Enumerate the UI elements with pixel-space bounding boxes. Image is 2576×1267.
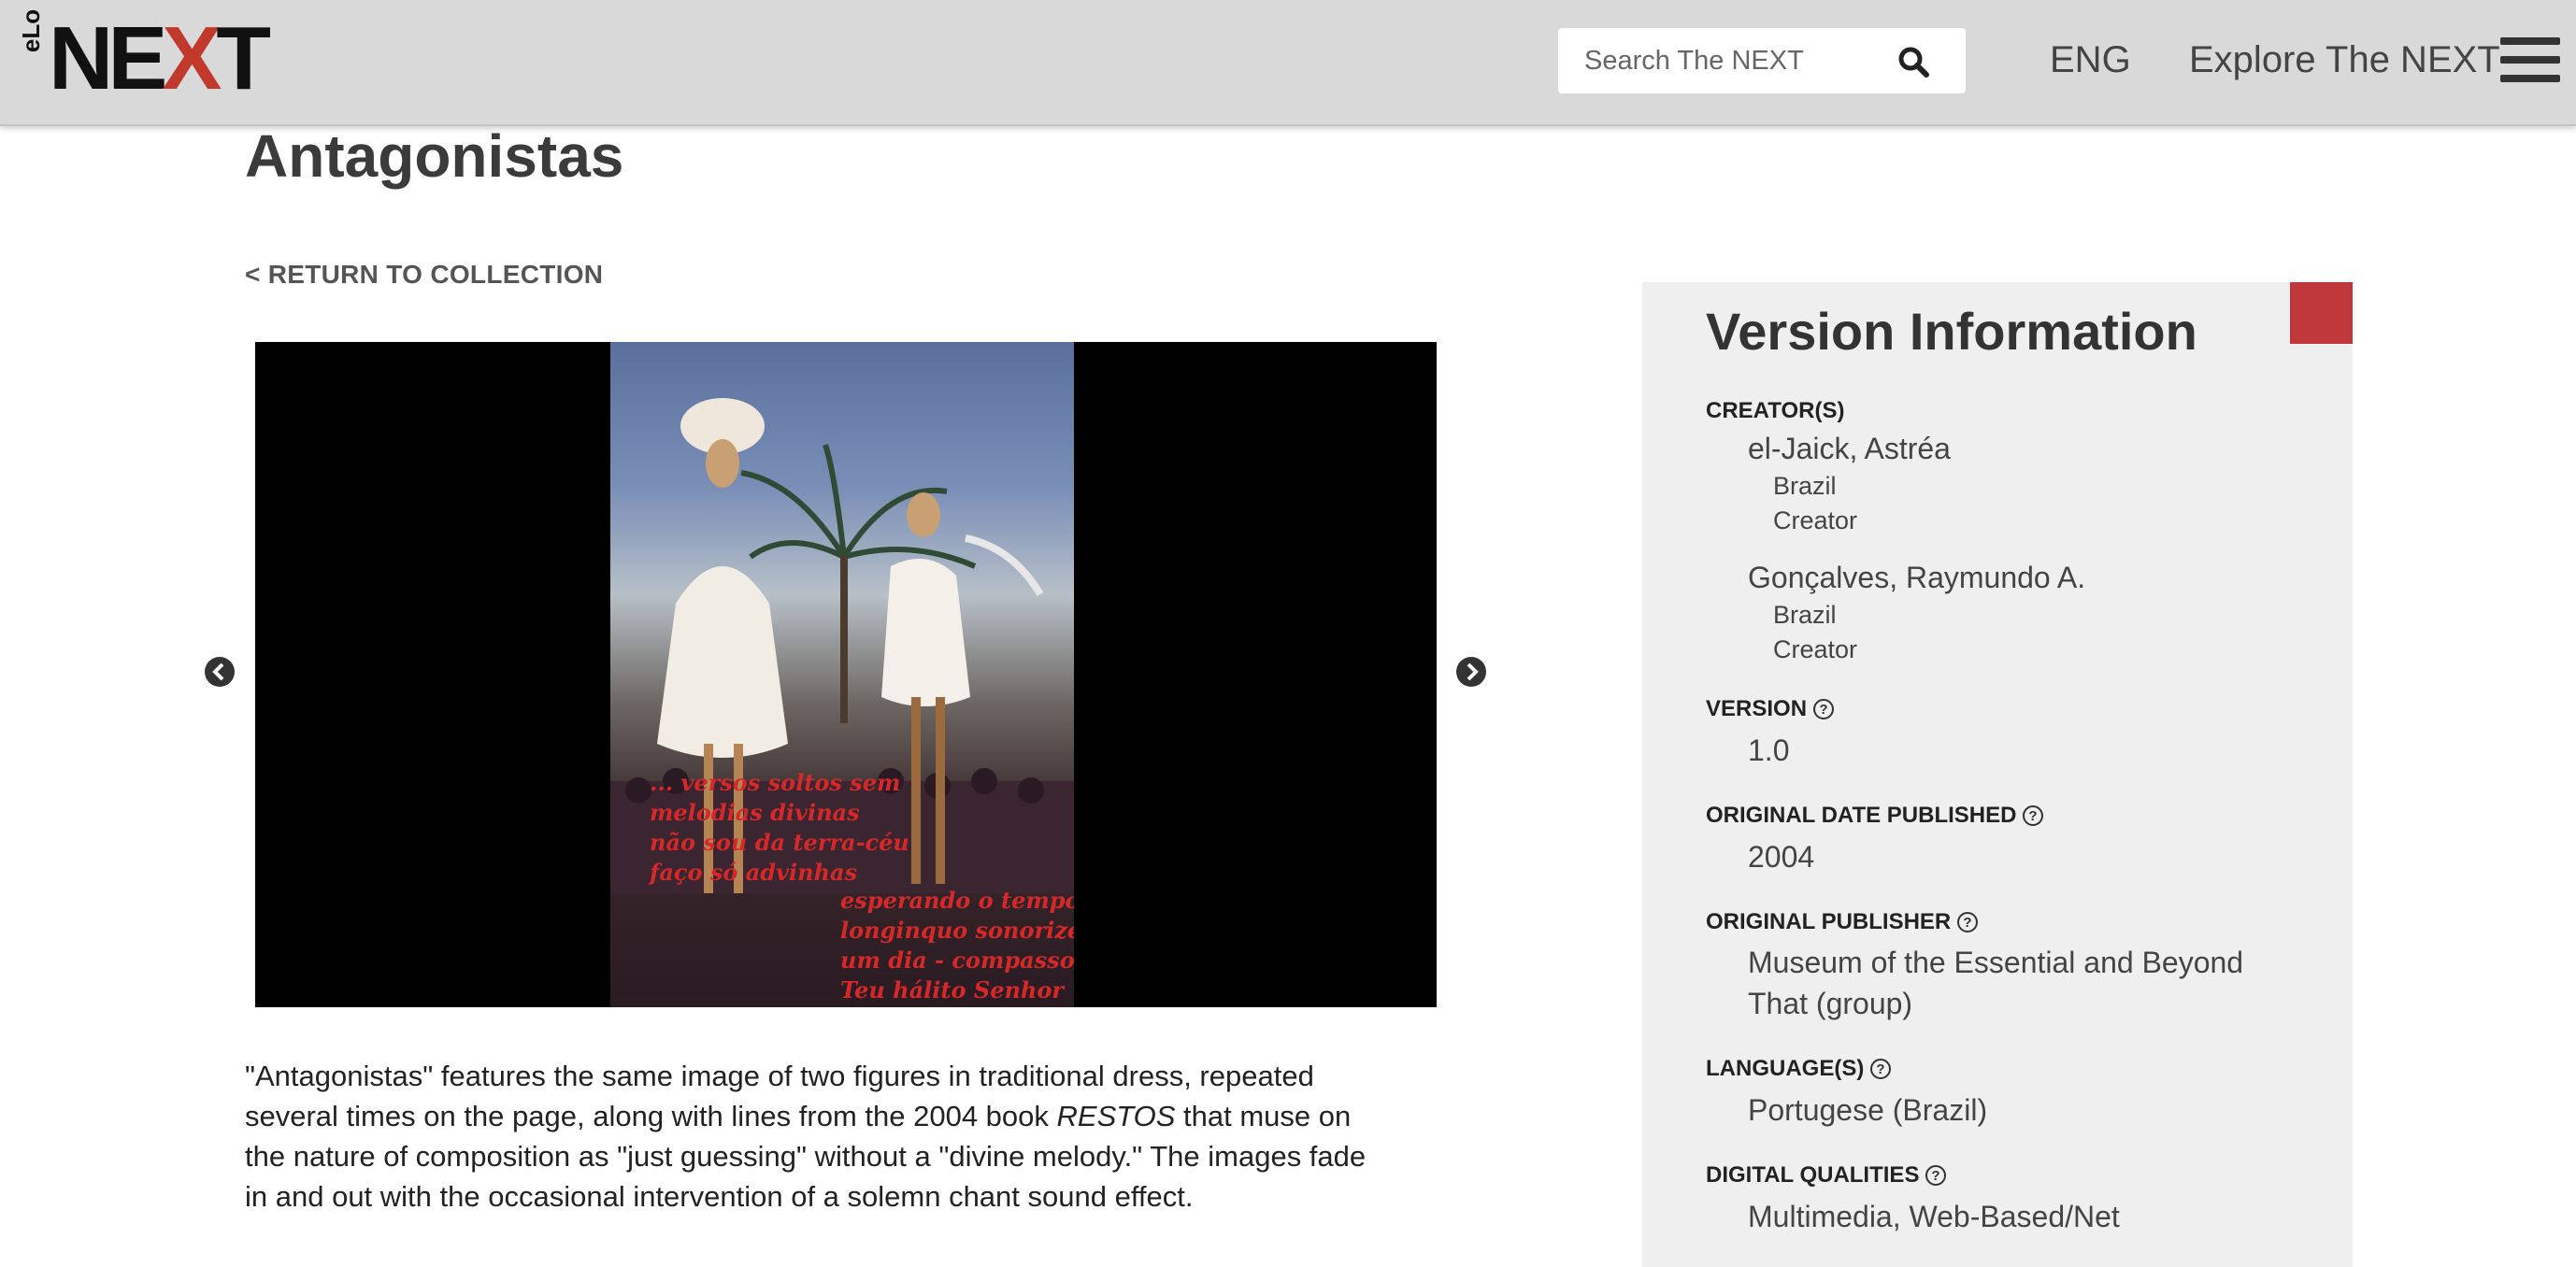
languages-label: LANGUAGE(S) ? xyxy=(1706,1056,1892,1082)
language-selector[interactable]: ENG xyxy=(2050,39,2131,81)
page-title: Antagonistas xyxy=(245,122,624,190)
help-circle-icon[interactable]: ? xyxy=(1812,698,1835,720)
svg-text:?: ? xyxy=(1877,1061,1885,1077)
creator-country: Brazil xyxy=(1773,601,1837,629)
logo-next-wordmark: NEXT xyxy=(49,8,271,108)
help-circle-icon[interactable]: ? xyxy=(1956,911,1979,933)
creators-label: CREATOR(S) xyxy=(1706,398,1845,423)
creator-name[interactable]: el-Jaick, Astréa xyxy=(1748,428,1951,469)
verse-left: ... versos soltos sem melodias divinas n… xyxy=(650,769,909,886)
languages-value: Portugese (Brazil) xyxy=(1748,1093,1988,1127)
image-gallery: ... versos soltos sem melodias divinas n… xyxy=(255,342,1437,1007)
help-circle-icon[interactable]: ? xyxy=(2022,804,2044,827)
original-date-published-value: 2004 xyxy=(1748,840,1815,874)
help-circle-icon[interactable]: ? xyxy=(1869,1058,1892,1080)
original-publisher-value-line2[interactable]: That (group) xyxy=(1748,983,1912,1024)
arrow-right-icon[interactable] xyxy=(1455,656,1487,688)
original-date-published-label: ORIGINAL DATE PUBLISHED ? xyxy=(1706,803,2044,829)
creator-country: Brazil xyxy=(1773,472,1837,500)
panel-accent-tab xyxy=(2290,282,2353,344)
creator-role: Creator xyxy=(1773,506,1858,534)
return-to-collection-link[interactable]: < RETURN TO COLLECTION xyxy=(245,260,603,290)
svg-text:?: ? xyxy=(1964,915,1972,931)
original-publisher-value[interactable]: Museum of the Essential and Beyond xyxy=(1748,942,2243,983)
original-publisher-label: ORIGINAL PUBLISHER ? xyxy=(1706,909,1979,935)
top-navigation-bar: eLo NEXT ENG Explore The NEXT xyxy=(0,0,2576,126)
explore-menu-link[interactable]: Explore The NEXT xyxy=(2189,39,2500,81)
search-input[interactable] xyxy=(1558,28,1902,93)
performance-photo: ... versos soltos sem melodias divinas n… xyxy=(610,342,1074,1007)
logo-elo-text: eLo xyxy=(17,8,46,53)
arrow-left-icon[interactable] xyxy=(204,656,236,688)
digital-qualities-value: Multimedia, Web-Based/Net xyxy=(1748,1200,2120,1233)
svg-text:?: ? xyxy=(2029,808,2038,824)
electronic-literature-next-logo[interactable]: eLo NEXT xyxy=(17,8,293,105)
help-circle-icon[interactable]: ? xyxy=(1925,1164,1947,1187)
creator-name[interactable]: Gonçalves, Raymundo A. xyxy=(1748,557,2085,598)
search-icon[interactable] xyxy=(1896,45,1930,78)
creator-role: Creator xyxy=(1773,635,1858,663)
work-description: "Antagonistas" features the same image o… xyxy=(245,1060,1367,1213)
version-label: VERSION ? xyxy=(1706,696,1835,722)
hamburger-menu-icon[interactable] xyxy=(2500,37,2560,88)
svg-text:?: ? xyxy=(1819,702,1827,718)
verse-right: esperando o tempo longinquo sonorize um … xyxy=(840,887,1074,1004)
version-value: 1.0 xyxy=(1748,733,1790,767)
svg-text:?: ? xyxy=(1932,1168,1940,1184)
digital-qualities-label: DIGITAL QUALITIES ? xyxy=(1706,1162,1947,1189)
version-information-title: Version Information xyxy=(1706,302,2197,361)
